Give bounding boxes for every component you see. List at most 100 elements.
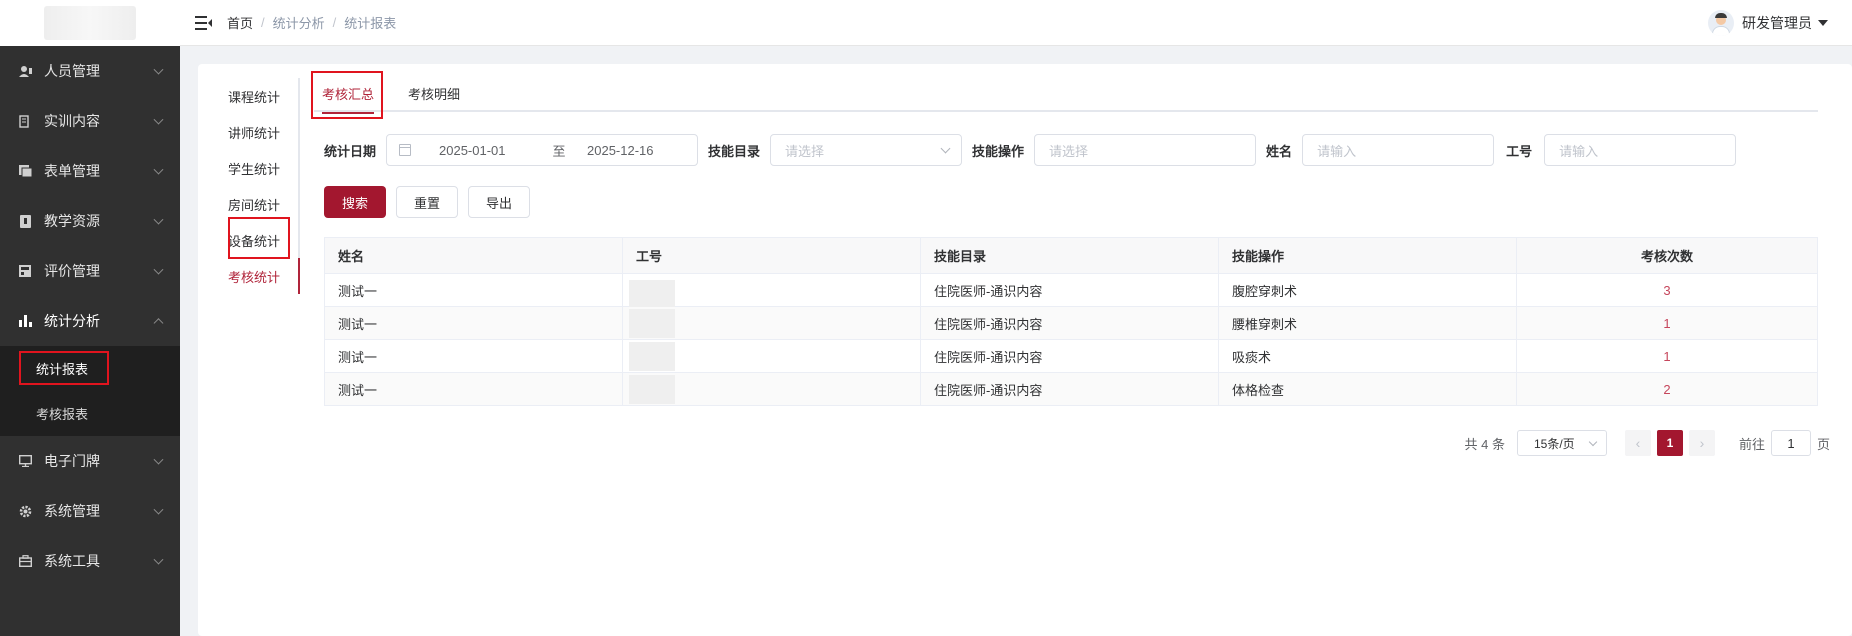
cell-job-no (622, 306, 921, 340)
nav-item-course-stats[interactable]: 课程统计 (224, 78, 298, 114)
cell-job-no (622, 372, 921, 406)
sidebar: 人员管理 实训内容 表单管理 教学资源 评价管理 统计分析 统计报表 考核报表 (0, 0, 180, 636)
sidebar-item-label: 评价管理 (44, 263, 100, 279)
user-name: 研发管理员 (1742, 15, 1812, 31)
submenu-item-stat-report[interactable]: 统计报表 (0, 346, 180, 391)
user-icon (18, 64, 32, 78)
redacted-block (629, 375, 675, 404)
cell-count[interactable]: 1 (1516, 306, 1818, 340)
sidebar-item-system-tools[interactable]: 系统工具 (0, 536, 180, 586)
sidebar-item-forms[interactable]: 表单管理 (0, 146, 180, 196)
sidebar-item-evaluation[interactable]: 评价管理 (0, 246, 180, 296)
pagination-total: 共 4 条 (1464, 436, 1505, 452)
table-row: 测试一 住院医师-通识内容 腹腔穿刺术 3 (324, 273, 1818, 307)
reset-button[interactable]: 重置 (396, 186, 458, 218)
cell-name: 测试一 (324, 306, 623, 340)
job-no-input[interactable]: 请输入 (1544, 134, 1737, 166)
date-start: 2025-01-01 (439, 142, 506, 158)
chevron-down-icon (153, 164, 164, 175)
sidebar-item-personnel[interactable]: 人员管理 (0, 46, 180, 96)
calendar-icon (399, 144, 412, 156)
sidebar-item-label: 系统工具 (44, 553, 100, 569)
toolbox-icon (18, 554, 32, 568)
page-suffix: 页 (1816, 436, 1830, 452)
cell-operation: 腰椎穿刺术 (1218, 306, 1517, 340)
tab-exam-summary[interactable]: 考核汇总 (322, 74, 375, 114)
skill-operation-select[interactable]: 请选择 (1034, 134, 1257, 166)
cell-job-no (622, 273, 921, 307)
breadcrumb-home[interactable]: 首页 (227, 13, 253, 32)
top-header: 首页 / 统计分析 / 统计报表 研发管理员 (180, 0, 1852, 46)
next-page-button[interactable]: › (1688, 430, 1715, 456)
form-icon (18, 164, 32, 178)
cell-count[interactable]: 1 (1516, 339, 1818, 373)
cell-catalog: 住院医师-通识内容 (920, 306, 1219, 340)
nav-item-exam-stats[interactable]: 考核统计 (224, 258, 300, 294)
name-label: 姓名 (1266, 143, 1293, 159)
cell-job-no (622, 339, 921, 373)
cell-count[interactable]: 2 (1516, 372, 1818, 406)
breadcrumb-separator: / (332, 15, 337, 30)
input-placeholder: 请输入 (1317, 143, 1357, 159)
export-button[interactable]: 导出 (468, 186, 530, 218)
cell-operation: 体格检查 (1218, 372, 1517, 406)
sidebar-item-label: 实训内容 (44, 113, 100, 129)
filter-bar: 统计日期 2025-01-01 至 2025-12-16 技能目录 请选择 技能… (324, 134, 1746, 166)
goto-page-input[interactable]: 1 (1770, 430, 1811, 456)
cell-operation: 腹腔穿刺术 (1218, 273, 1517, 307)
action-buttons: 搜索 重置 导出 (324, 186, 540, 218)
chevron-down-icon (153, 454, 164, 465)
cell-count[interactable]: 3 (1516, 273, 1818, 307)
skill-catalog-label: 技能目录 (708, 143, 761, 159)
job-no-label: 工号 (1506, 143, 1533, 159)
chevron-down-icon (940, 143, 951, 154)
name-input[interactable]: 请输入 (1302, 134, 1495, 166)
search-button[interactable]: 搜索 (324, 186, 386, 218)
sidebar-item-label: 电子门牌 (44, 453, 100, 469)
page-size-select[interactable]: 15条/页 (1516, 430, 1607, 456)
chevron-up-icon (153, 318, 164, 329)
submenu-item-label: 考核报表 (36, 407, 89, 422)
doc-icon (18, 114, 32, 128)
menu-toggle-icon[interactable] (195, 15, 212, 30)
sidebar-item-statistics[interactable]: 统计分析 (0, 296, 180, 346)
sidebar-item-e-doorplate[interactable]: 电子门牌 (0, 436, 180, 486)
statistics-submenu: 统计报表 考核报表 (0, 346, 180, 436)
nav-item-room-stats[interactable]: 房间统计 (224, 186, 298, 222)
nav-item-student-stats[interactable]: 学生统计 (224, 150, 298, 186)
breadcrumb-statistics: 统计分析 (272, 16, 325, 31)
content-card: 课程统计 讲师统计 学生统计 房间统计 设备统计 考核统计 考核汇总 考核明细 … (198, 64, 1852, 636)
date-range-picker[interactable]: 2025-01-01 至 2025-12-16 (386, 134, 699, 166)
redacted-block (629, 342, 675, 371)
sidebar-item-training[interactable]: 实训内容 (0, 96, 180, 146)
chevron-down-icon (153, 214, 164, 225)
cell-operation: 吸痰术 (1218, 339, 1517, 373)
sidebar-item-resources[interactable]: 教学资源 (0, 196, 180, 246)
logo (0, 0, 180, 46)
date-label: 统计日期 (324, 143, 377, 159)
goto-label: 前往 (1738, 436, 1765, 452)
redacted-block (629, 280, 675, 307)
column-header-name: 姓名 (324, 237, 623, 274)
column-header-job-no: 工号 (622, 237, 921, 274)
tab-exam-detail[interactable]: 考核明细 (408, 74, 460, 112)
nav-item-lecturer-stats[interactable]: 讲师统计 (224, 114, 298, 150)
chevron-down-icon (153, 264, 164, 275)
user-menu[interactable]: 研发管理员 (1708, 0, 1828, 46)
prev-page-button[interactable]: ‹ (1624, 430, 1651, 456)
chevron-down-icon (153, 114, 164, 125)
cell-catalog: 住院医师-通识内容 (920, 273, 1219, 307)
column-header-catalog: 技能目录 (920, 237, 1219, 274)
book-icon (18, 214, 32, 228)
page-number-current[interactable]: 1 (1656, 430, 1683, 456)
sidebar-item-label: 教学资源 (44, 213, 100, 229)
avatar (1708, 10, 1734, 36)
stat-type-nav: 课程统计 讲师统计 学生统计 房间统计 设备统计 考核统计 (224, 78, 300, 294)
chevron-down-icon (153, 504, 164, 515)
submenu-item-exam-report[interactable]: 考核报表 (0, 391, 180, 436)
skill-catalog-select[interactable]: 请选择 (770, 134, 963, 166)
date-range-separator: 至 (552, 143, 566, 159)
tab-bar: 考核汇总 考核明细 (314, 74, 1818, 114)
nav-item-device-stats[interactable]: 设备统计 (224, 222, 298, 258)
sidebar-item-system-settings[interactable]: 系统管理 (0, 486, 180, 536)
